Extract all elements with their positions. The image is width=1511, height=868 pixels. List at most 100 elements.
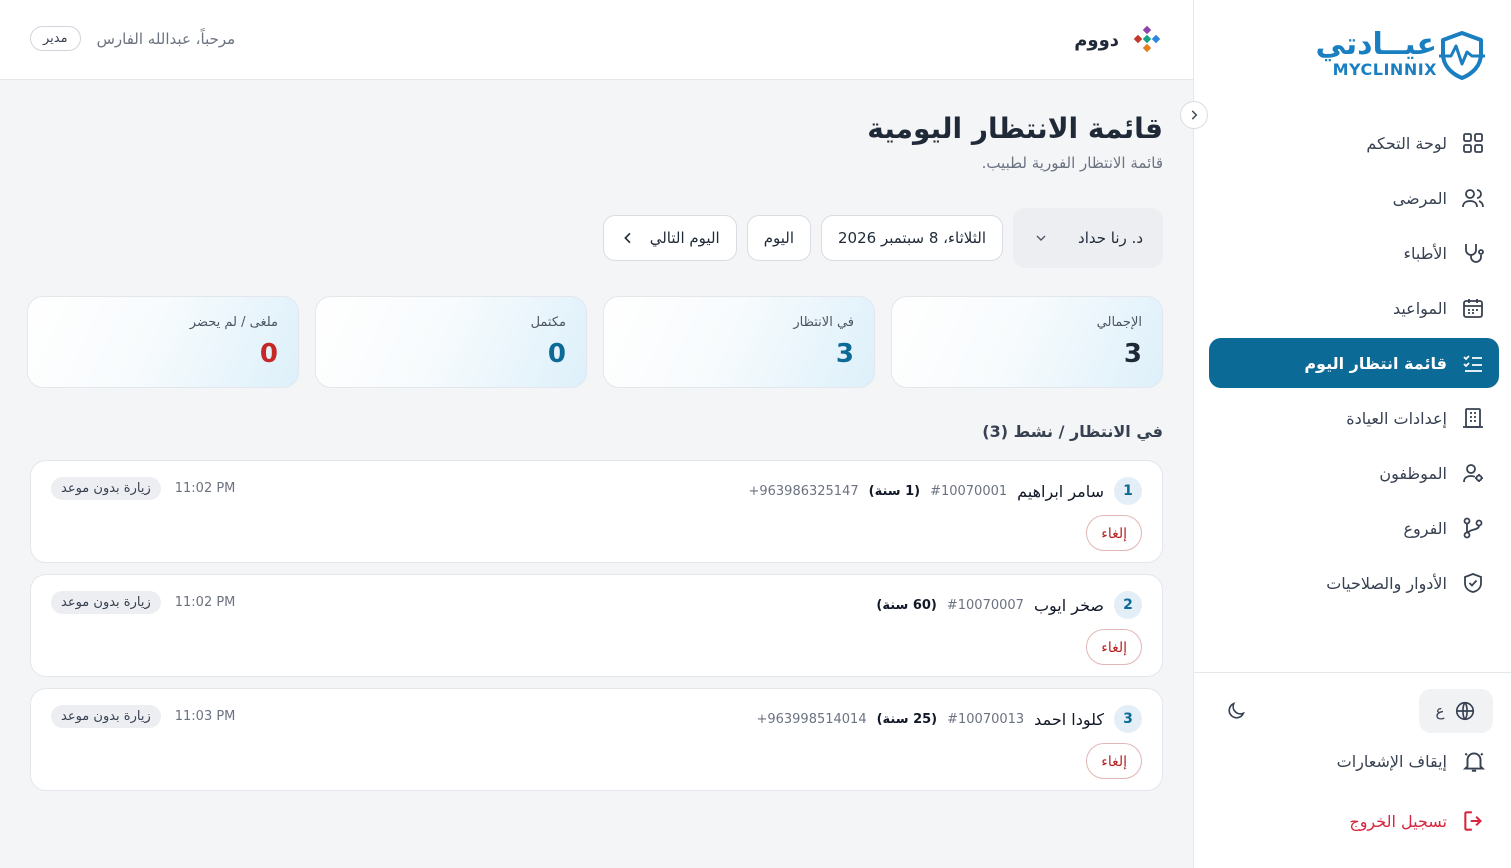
- sidebar-nav: لوحة التحكم المرضى الأطباء المواعيد قائم…: [1209, 118, 1499, 613]
- patient-name[interactable]: صخر ايوب: [1034, 596, 1104, 615]
- patient-info: 1 سامر ابراهيم #10070001 (1 سنة) +963986…: [748, 477, 1142, 505]
- sidebar-item-roles[interactable]: الأدوار والصلاحيات: [1209, 558, 1499, 608]
- stats-row: الإجمالي 3 في الانتظار 3 مكتمل 0 ملغى / …: [27, 296, 1163, 388]
- visit-time: 11:03 PM: [174, 709, 236, 724]
- users-icon: [1462, 189, 1484, 208]
- logout-label: تسجيل الخروج: [1349, 811, 1447, 831]
- stat-label: في الانتظار: [793, 315, 854, 330]
- clinic-brand: دووم: [1074, 24, 1163, 56]
- language-toggle[interactable]: ع: [1419, 689, 1493, 733]
- sidebar-item-appointments[interactable]: المواعيد: [1209, 283, 1499, 333]
- sidebar-item-label: المواعيد: [1392, 298, 1447, 318]
- next-day-label: اليوم التالي: [649, 229, 720, 247]
- logo-english-text: MYCLINNIX: [1332, 60, 1437, 79]
- patient-info: 3 كلودا احمد #10070013 (25 سنة) +9639985…: [756, 705, 1142, 733]
- section-title: في الانتظار / نشط (3): [982, 422, 1163, 441]
- list-check-icon: [1463, 355, 1482, 372]
- patient-age: (1 سنة): [868, 483, 921, 499]
- patient-phone: +963998514014: [756, 711, 867, 727]
- date-picker[interactable]: الثلاثاء، 8 سبتمبر 2026: [821, 215, 1003, 261]
- stat-value: 0: [547, 339, 566, 369]
- sidebar-item-clinic-settings[interactable]: إعدادات العيادة: [1209, 393, 1499, 443]
- notifications-toggle[interactable]: إيقاف الإشعارات: [1337, 748, 1487, 774]
- sidebar-item-label: الموظفون: [1379, 463, 1447, 483]
- visit-type-badge: زيارة بدون موعد: [51, 705, 161, 728]
- visit-time: 11:02 PM: [174, 595, 236, 610]
- stat-value: 3: [835, 339, 854, 369]
- logout-button[interactable]: تسجيل الخروج: [1349, 808, 1487, 834]
- visit-meta: زيارة بدون موعد 11:02 PM: [51, 591, 235, 614]
- cancel-button[interactable]: إلغاء: [1086, 743, 1142, 779]
- logo-arabic-text: عيــادتي: [1315, 27, 1437, 62]
- shield-check-icon: [1464, 573, 1482, 593]
- doctor-select-value: د. رنا حداد: [1078, 229, 1143, 247]
- app-logo[interactable]: عيــادتي MYCLINNIX: [1315, 28, 1485, 82]
- sidebar-item-patients[interactable]: المرضى: [1209, 173, 1499, 223]
- sidebar-item-label: الأدوار والصلاحيات: [1326, 573, 1447, 593]
- grid-icon: [1463, 133, 1483, 153]
- topbar: دووم مدير مرحباً، عبدالله الفارس: [0, 0, 1193, 80]
- today-label: اليوم: [763, 229, 794, 247]
- patient-id: #10070001: [930, 483, 1008, 499]
- clinic-logo-icon: [1133, 25, 1161, 53]
- user-info: مدير مرحباً، عبدالله الفارس: [30, 26, 235, 51]
- stat-label: الإجمالي: [1096, 315, 1142, 330]
- sidebar-item-dashboard[interactable]: لوحة التحكم: [1209, 118, 1499, 168]
- patient-id: #10070013: [947, 711, 1025, 727]
- queue-card: 3 كلودا احمد #10070013 (25 سنة) +9639985…: [30, 688, 1163, 791]
- doctor-select[interactable]: د. رنا حداد: [1013, 208, 1163, 268]
- patient-age: (25 سنة): [876, 711, 938, 727]
- role-badge: مدير: [30, 26, 81, 51]
- sidebar: عيــادتي MYCLINNIX لوحة التحكم المرضى ال…: [1193, 0, 1511, 868]
- queue-card: 1 سامر ابراهيم #10070001 (1 سنة) +963986…: [30, 460, 1163, 563]
- sidebar-item-doctors[interactable]: الأطباء: [1209, 228, 1499, 278]
- cancel-button[interactable]: إلغاء: [1086, 629, 1142, 665]
- notifications-label: إيقاف الإشعارات: [1336, 751, 1447, 771]
- cancel-button[interactable]: إلغاء: [1086, 515, 1142, 551]
- calendar-icon: [1463, 299, 1483, 318]
- bell-off-icon: [1462, 752, 1486, 772]
- visit-meta: زيارة بدون موعد 11:03 PM: [51, 705, 235, 728]
- sidebar-item-label: الفروع: [1403, 518, 1447, 538]
- sidebar-item-label: المرضى: [1392, 188, 1447, 208]
- stat-card-completed: مكتمل 0: [315, 296, 587, 388]
- sidebar-item-label: إعدادات العيادة: [1346, 408, 1447, 428]
- patient-name[interactable]: سامر ابراهيم: [1017, 482, 1104, 501]
- visit-meta: زيارة بدون موعد 11:02 PM: [51, 477, 235, 500]
- clinic-name: دووم: [1074, 29, 1119, 51]
- patient-age: (60 سنة): [876, 597, 937, 613]
- building-icon: [1463, 408, 1483, 428]
- language-label: ع: [1435, 702, 1445, 720]
- next-day-button[interactable]: اليوم التالي: [602, 215, 737, 261]
- queue-list: 1 سامر ابراهيم #10070001 (1 سنة) +963986…: [30, 460, 1163, 802]
- filters-bar: د. رنا حداد الثلاثاء، 8 سبتمبر 2026 اليو…: [602, 208, 1163, 268]
- queue-number: 1: [1114, 477, 1142, 505]
- logout-icon: [1464, 811, 1482, 831]
- sidebar-item-staff[interactable]: الموظفون: [1209, 448, 1499, 498]
- sidebar-item-label: لوحة التحكم: [1366, 133, 1447, 153]
- queue-card: 2 صخر ايوب #10070007 (60 سنة) زيارة بدون…: [30, 574, 1163, 677]
- stat-card-total: الإجمالي 3: [891, 296, 1163, 388]
- today-button[interactable]: اليوم: [746, 215, 811, 261]
- sidebar-collapse-button[interactable]: [1180, 101, 1208, 129]
- stat-label: مكتمل: [530, 315, 566, 330]
- patient-id: #10070007: [946, 597, 1024, 613]
- page-title: قائمة الانتظار اليومية: [867, 112, 1163, 145]
- patient-name[interactable]: كلودا احمد: [1034, 710, 1104, 729]
- visit-type-badge: زيارة بدون موعد: [51, 591, 161, 614]
- page-subtitle: قائمة الانتظار الفورية لطبيب.: [981, 154, 1163, 172]
- moon-icon[interactable]: [1225, 700, 1247, 722]
- sidebar-item-label: الأطباء: [1403, 243, 1447, 263]
- main-content: قائمة الانتظار اليومية قائمة الانتظار ال…: [0, 80, 1193, 868]
- visit-time: 11:02 PM: [174, 481, 236, 496]
- sidebar-item-today-queue[interactable]: قائمة انتظار اليوم: [1209, 338, 1499, 388]
- sidebar-divider: [1193, 672, 1511, 673]
- sidebar-item-branches[interactable]: الفروع: [1209, 503, 1499, 553]
- chevron-down-icon: [1036, 235, 1046, 241]
- chevron-right-icon: [1191, 110, 1198, 120]
- stat-value: 0: [259, 339, 278, 369]
- git-branch-icon: [1463, 517, 1483, 539]
- queue-number: 2: [1114, 591, 1142, 619]
- patient-info: 2 صخر ايوب #10070007 (60 سنة): [876, 591, 1142, 619]
- stat-value: 3: [1123, 339, 1142, 369]
